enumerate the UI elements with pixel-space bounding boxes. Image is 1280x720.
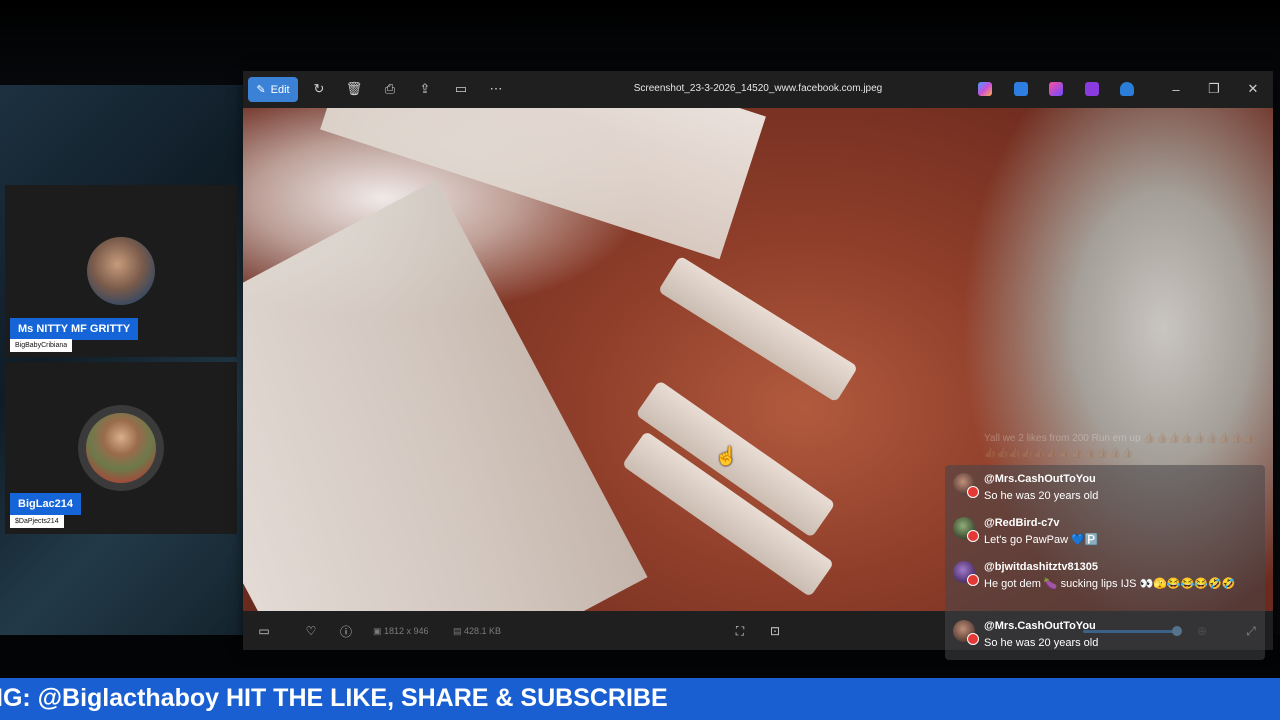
copilot-icon[interactable]: [978, 82, 992, 96]
participant-tile-2: BigLac214 $DaPjects214: [5, 362, 237, 534]
avatar: [78, 405, 164, 491]
chat-username: @bjwitdashitztv81305: [984, 561, 1099, 573]
file-size: ▤ 428.1 KB: [453, 626, 502, 636]
edit-label: Edit: [270, 83, 290, 96]
participant-name: Ms NITTY MF GRITTY: [10, 318, 139, 340]
print-icon[interactable]: ⎙: [380, 79, 400, 99]
chat-username: @Mrs.CashOutToYou: [984, 473, 1096, 485]
ticker-banner: IG: @Biglacthaboy HIT THE LIKE, SHARE & …: [0, 678, 1280, 720]
chat-username: @Mrs.CashOutToYou: [984, 620, 1096, 632]
youtube-badge-icon: [967, 530, 979, 542]
youtube-badge-icon: [967, 633, 979, 645]
favorite-icon[interactable]: ♡: [302, 622, 320, 640]
edit-icon: ✎: [256, 84, 266, 96]
minimize-icon[interactable]: –: [1165, 79, 1187, 99]
delete-icon[interactable]: 🗑: [344, 79, 364, 99]
chat-text: Let's go PawPaw 💙🅿️: [984, 534, 1099, 546]
video-editor-icon[interactable]: [1085, 82, 1099, 96]
more-icon[interactable]: ⋯: [486, 79, 506, 99]
restore-icon[interactable]: ❐: [1203, 79, 1225, 99]
hand-cursor-icon: ☝: [715, 446, 738, 466]
share-icon[interactable]: ⇪: [415, 79, 435, 99]
live-chat-overlay: Yall we 2 likes from 200 Run em up 👍🏽👍🏽👍…: [945, 425, 1265, 660]
chat-text: So he was 20 years old: [984, 637, 1099, 649]
chat-username: @RedBird-c7v: [984, 517, 1060, 529]
participant-handle: BigBabyCribiana: [10, 339, 73, 352]
participant-name: BigLac214: [10, 493, 82, 515]
file-name: Screenshot_23-3-2026_14520_www.facebook.…: [633, 83, 883, 94]
slideshow-icon[interactable]: ▭: [451, 79, 471, 99]
info-icon[interactable]: ⓘ: [337, 622, 355, 640]
ticker-text: IG: @Biglacthaboy HIT THE LIKE, SHARE & …: [0, 684, 668, 712]
participant-handle: $DaPjects214: [10, 515, 64, 528]
onedrive-icon[interactable]: [1120, 82, 1134, 96]
clipchamp-icon[interactable]: [1049, 82, 1063, 96]
designer-icon[interactable]: [1014, 82, 1028, 96]
avatar: [87, 237, 155, 305]
participant-tile-1: Ms NITTY MF GRITTY BigBabyCribiana: [5, 185, 237, 357]
youtube-badge-icon: [967, 574, 979, 586]
chat-text: So he was 20 years old: [984, 490, 1099, 502]
title-bar: ✎ Edit ↻ 🗑 ⎙ ⇪ ▭ ⋯ Screenshot_23-3-2026_…: [243, 71, 1273, 108]
stream-left-background: [0, 85, 245, 635]
edit-button[interactable]: ✎ Edit: [248, 77, 298, 102]
image-dimensions: ▣ 1812 x 946: [373, 626, 429, 636]
actual-size-icon[interactable]: ⊡: [766, 622, 784, 640]
rotate-icon[interactable]: ↻: [309, 79, 329, 99]
close-icon[interactable]: ✕: [1242, 79, 1264, 99]
filmstrip-icon[interactable]: ▭: [255, 622, 273, 640]
chat-message-faded: Yall we 2 likes from 200 Run em up 👍🏽👍🏽👍…: [984, 433, 1256, 459]
fit-icon[interactable]: ⛶: [731, 622, 749, 640]
chat-text: He got dem 🍆 sucking lips IJS 👀🫣😂😂😂🤣🤣: [984, 578, 1236, 590]
youtube-badge-icon: [967, 486, 979, 498]
